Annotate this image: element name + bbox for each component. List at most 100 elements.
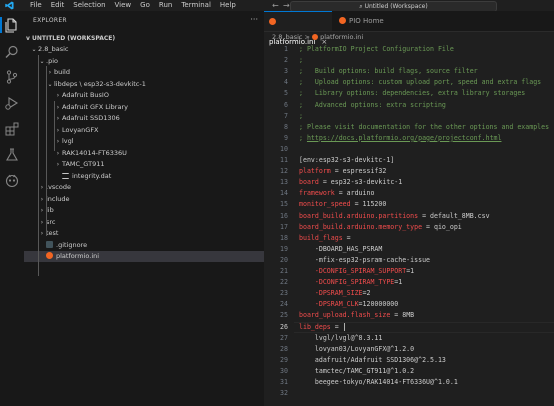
workspace-header[interactable]: v UNTITLED (WORKSPACE) (24, 33, 264, 44)
code-token: =1 (394, 278, 403, 287)
activity-bar (0, 11, 25, 406)
code-line: board_upload.flash_size = 8MB (299, 310, 414, 321)
code-line: board_build.arduino.partitions = default… (299, 211, 490, 222)
line-number: 4 (284, 78, 288, 87)
menu-item-selection[interactable]: Selection (68, 0, 109, 11)
tree-item[interactable]: › Adafruit SSD1306 (24, 113, 264, 124)
code-token: board_build.arduino.partitions (299, 211, 419, 220)
tab-pio-home[interactable]: PIO Home (334, 11, 402, 31)
tree-item[interactable]: integrity.dat (24, 171, 264, 182)
editor-tabs: platformio.ini × PIO Home (264, 11, 554, 46)
code-token: [env:esp32-s3-devkitc-1] (299, 156, 395, 164)
menu-item-edit[interactable]: Edit (46, 0, 69, 11)
line-number: 19 (280, 244, 288, 253)
git-file-icon (46, 240, 53, 248)
indent-guide (54, 101, 55, 151)
search-icon[interactable] (4, 44, 20, 60)
line-number: 26 (280, 322, 288, 331)
chevron-right-icon: › (56, 161, 60, 168)
line-number: 15 (280, 200, 288, 209)
code-line: -DPSRAM_SIZE=2 (299, 288, 371, 299)
tree-item[interactable]: ⌄.pio (24, 56, 264, 67)
platformio-alien-icon[interactable] (4, 173, 20, 189)
code-line: ; Library options: dependencies, extra l… (299, 88, 525, 99)
line-number: 29 (280, 355, 288, 364)
tree-item-label: Adafruit BusIO (62, 91, 109, 99)
explorer-files-icon[interactable] (4, 17, 20, 33)
code-line: adafruit/Adafruit SSD1306@^2.5.13 (299, 355, 446, 366)
tree-item[interactable]: › Adafruit BusIO (24, 90, 264, 101)
tree-item[interactable]: platformio.ini (24, 251, 264, 262)
forward-arrow-icon[interactable]: → (283, 0, 290, 11)
breadcrumb-folder[interactable]: 2.8_basic (272, 33, 302, 41)
code-token: = (330, 322, 343, 331)
editor-area: platformio.ini × PIO Home 2.8_basic > pla… (264, 11, 554, 406)
code-token: board_build.arduino.memory_type (299, 222, 423, 231)
breadcrumb-file[interactable]: platformio.ini (320, 33, 363, 41)
more-actions-icon[interactable]: ··· (250, 15, 258, 24)
vscode-logo-icon (5, 1, 14, 10)
chevron-right-icon: › (40, 195, 44, 203)
indent-guide (46, 66, 47, 236)
tree-item[interactable]: › build (24, 67, 264, 78)
line-number: 14 (280, 189, 288, 198)
line-number: 6 (284, 100, 288, 109)
code-line: [env:esp32-s3-devkitc-1] (299, 155, 394, 166)
code-token: monitor_speed (299, 200, 351, 209)
chevron-right-icon: › (56, 149, 60, 157)
code-token: framework (299, 189, 335, 198)
tree-item[interactable]: .gitignore (24, 240, 264, 251)
menu-item-file[interactable]: File (25, 0, 46, 11)
code-line: -DBOARD_HAS_PSRAM (299, 244, 383, 255)
run-debug-icon[interactable] (4, 95, 20, 111)
menu-item-terminal[interactable]: Terminal (176, 0, 215, 11)
line-number: 13 (280, 178, 288, 187)
code-token: -mfix-esp32-psram-cache-issue (299, 255, 431, 264)
tree-item[interactable]: › lvgl (24, 136, 264, 147)
tree-item[interactable]: › LovyanGFX (24, 125, 264, 136)
tree-item[interactable]: › include (24, 194, 264, 205)
tab-platformio-ini[interactable]: platformio.ini × (264, 11, 332, 46)
back-arrow-icon[interactable]: ← (272, 0, 279, 11)
line-number: 21 (280, 267, 288, 275)
tree-item-label: lib (46, 206, 54, 214)
code-line: ; Advanced options: extra scripting (299, 100, 446, 111)
line-number: 27 (280, 333, 288, 342)
code-token: lvgl/lvgl@^8.3.11 (299, 333, 383, 342)
tree-item-label: LovyanGFX (62, 125, 99, 134)
tree-item-label: Adafruit SSD1306 (62, 114, 120, 122)
chevron-down-icon: ⌄ (47, 80, 53, 88)
code-line: ; https://docs.platformio.org/page/proje… (299, 133, 501, 144)
code-token: ; (299, 56, 303, 65)
line-number: 9 (284, 133, 288, 142)
tree-item[interactable]: › test (24, 228, 264, 239)
code-token: ; Upload options: custom upload port, sp… (299, 78, 542, 87)
menu-item-run[interactable]: Run (154, 0, 176, 11)
tree-item-label: .pio (46, 56, 58, 65)
tree-item[interactable]: ⌄libdeps \ esp32-s3-devkitc-1 (24, 79, 264, 90)
tree-item[interactable]: ⌄2.8_basic (24, 44, 264, 55)
extensions-icon[interactable] (4, 121, 20, 137)
tree-item[interactable]: › TAMC_GT911 (24, 159, 264, 170)
testing-flask-icon[interactable] (4, 147, 20, 163)
tree-item[interactable]: › lib (24, 205, 264, 216)
code-line: -DCONFIG_SPIRAM_SUPPORT=1 (299, 266, 414, 277)
menu-item-go[interactable]: Go (135, 0, 154, 11)
tree-item[interactable]: › RAK14014-FT6336U (24, 148, 264, 159)
line-number: 31 (280, 378, 288, 386)
command-center-label: Untitled (Workspace) (364, 3, 428, 10)
menu-bar: File Edit Selection View Go Run Terminal Help (25, 0, 240, 11)
breadcrumb: 2.8_basic > platformio.ini (272, 33, 363, 42)
code-token: =1 (406, 267, 415, 275)
source-control-icon[interactable] (4, 69, 20, 85)
code-token: adafruit/Adafruit SSD1306@^2.5.13 (299, 355, 446, 364)
tree-item[interactable]: › .vscode (24, 182, 264, 193)
code-token: -DBOARD_HAS_PSRAM (299, 244, 383, 253)
tree-item[interactable]: › Adafruit GFX Library (24, 102, 264, 113)
menu-item-help[interactable]: Help (215, 0, 240, 11)
menu-item-view[interactable]: View (110, 0, 136, 11)
code-line: platform = espressif32 (299, 166, 386, 177)
code-line: -DCONFIG_SPIRAM_TYPE=1 (299, 277, 402, 288)
tree-item-label: libdeps \ esp32-s3-devkitc-1 (54, 79, 146, 88)
tree-item[interactable]: › src (24, 217, 264, 228)
